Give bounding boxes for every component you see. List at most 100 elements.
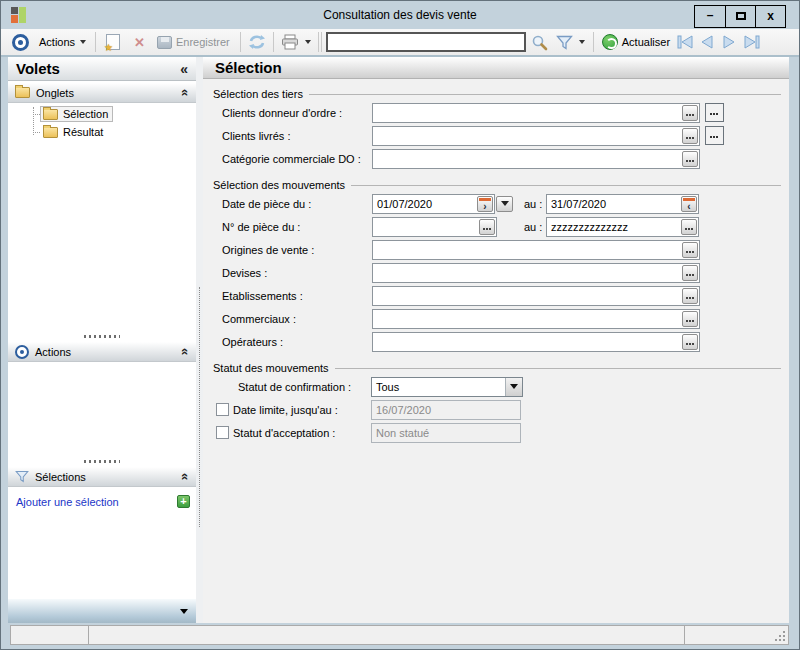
close-button[interactable]: x bbox=[755, 6, 785, 27]
group-selection-tiers: Sélection des tiers Clients donneur d'or… bbox=[209, 87, 783, 170]
resize-grip[interactable] bbox=[783, 639, 785, 641]
collapse-section-icon[interactable]: « bbox=[179, 89, 192, 96]
combo-dropdown-icon[interactable] bbox=[505, 378, 522, 396]
volets-header: Volets « bbox=[8, 57, 196, 81]
actions-dropdown-icon[interactable] bbox=[80, 40, 86, 44]
toolbar: Actions ★ ✕ Enregistrer Actualiser bbox=[1, 29, 799, 57]
main-panel: Sélection Sélection des tiers Clients do… bbox=[203, 57, 789, 623]
statut-acceptation-checkbox[interactable] bbox=[216, 426, 229, 439]
collapse-section-icon[interactable]: « bbox=[179, 473, 192, 480]
search-icon[interactable] bbox=[531, 34, 548, 51]
lookup-button[interactable] bbox=[479, 219, 495, 235]
main-header: Sélection bbox=[203, 57, 789, 79]
section-actions[interactable]: Actions « bbox=[8, 342, 196, 362]
field-label: Statut d'acceptation : bbox=[233, 427, 371, 439]
page-title: Sélection bbox=[215, 59, 282, 76]
actualiser-button[interactable]: Actualiser bbox=[622, 36, 670, 48]
panel-splitter[interactable] bbox=[8, 457, 196, 465]
group-title: Sélection des tiers bbox=[209, 87, 783, 101]
date-limite-input: 16/07/2020 bbox=[371, 400, 521, 420]
actions-menu-button[interactable]: Actions bbox=[39, 36, 75, 48]
lookup-button[interactable] bbox=[682, 105, 698, 121]
add-selection-link[interactable]: Ajouter une sélection bbox=[16, 496, 119, 508]
tree-item-resultat[interactable]: Résultat bbox=[33, 123, 196, 141]
lookup-button[interactable] bbox=[682, 288, 698, 304]
onglets-tree: Sélection Résultat bbox=[8, 103, 196, 332]
delete-icon[interactable]: ✕ bbox=[134, 35, 145, 50]
actions-icon bbox=[15, 345, 29, 359]
lookup-button[interactable] bbox=[682, 334, 698, 350]
nav-next-icon[interactable] bbox=[722, 35, 736, 49]
status-cell bbox=[685, 626, 788, 644]
statut-confirmation-select[interactable]: Tous bbox=[371, 377, 523, 397]
lookup-button[interactable] bbox=[682, 128, 698, 144]
panel-splitter[interactable] bbox=[8, 332, 196, 340]
filter-dropdown-icon[interactable] bbox=[579, 40, 585, 44]
save-icon[interactable] bbox=[157, 36, 172, 49]
field-label: Clients livrés : bbox=[222, 130, 372, 142]
print-icon[interactable] bbox=[281, 34, 299, 50]
au-label: au : bbox=[524, 221, 546, 233]
field-label: Statut de confirmation : bbox=[238, 381, 371, 393]
lookup-button[interactable] bbox=[682, 151, 698, 167]
minimize-button[interactable]: – bbox=[695, 6, 725, 27]
status-cell bbox=[11, 626, 89, 644]
date-picker-button[interactable]: › bbox=[477, 196, 493, 212]
print-dropdown-icon[interactable] bbox=[305, 40, 311, 44]
detail-button[interactable] bbox=[705, 126, 724, 145]
tree-item-selection[interactable]: Sélection bbox=[33, 105, 196, 123]
date-limite-checkbox[interactable] bbox=[216, 403, 229, 416]
num-piece-au-input[interactable] bbox=[546, 217, 699, 237]
refresh-icon[interactable] bbox=[248, 34, 266, 50]
filter-icon bbox=[15, 470, 29, 483]
nav-prev-icon[interactable] bbox=[700, 35, 714, 49]
clients-donneur-input[interactable] bbox=[372, 103, 700, 123]
group-selection-mouvements: Sélection des mouvements Date de pièce d… bbox=[209, 178, 783, 353]
field-label: Date limite, jusqu'au : bbox=[233, 404, 371, 416]
sidebar-splitter[interactable] bbox=[196, 57, 203, 623]
add-selection-icon[interactable]: + bbox=[177, 495, 190, 508]
maximize-button[interactable] bbox=[725, 6, 755, 27]
origines-vente-input[interactable] bbox=[372, 240, 700, 260]
devises-input[interactable] bbox=[372, 263, 700, 283]
actualiser-icon[interactable] bbox=[602, 34, 618, 50]
date-picker-button[interactable]: ‹ bbox=[681, 196, 697, 212]
field-label: Devises : bbox=[222, 267, 372, 279]
etablissements-input[interactable] bbox=[372, 286, 700, 306]
actions-target-icon bbox=[12, 34, 29, 51]
field-label: Etablissements : bbox=[222, 290, 372, 302]
collapse-section-icon[interactable]: « bbox=[179, 348, 192, 355]
lookup-button[interactable] bbox=[682, 265, 698, 281]
section-selections[interactable]: Sélections « bbox=[8, 467, 196, 487]
detail-button[interactable] bbox=[705, 103, 724, 122]
section-actions-label: Actions bbox=[35, 346, 71, 358]
field-label: Catégorie commerciale DO : bbox=[222, 153, 372, 165]
clients-livres-input[interactable] bbox=[372, 126, 700, 146]
categorie-commerciale-input[interactable] bbox=[372, 149, 700, 169]
new-icon[interactable]: ★ bbox=[106, 34, 120, 50]
lookup-button[interactable] bbox=[681, 219, 697, 235]
save-button[interactable]: Enregistrer bbox=[176, 36, 230, 48]
volets-title: Volets bbox=[16, 60, 60, 77]
folder-icon bbox=[15, 87, 30, 98]
collapse-sidebar-icon[interactable]: « bbox=[180, 61, 188, 77]
au-label: au : bbox=[524, 198, 546, 210]
titlebar: Consultation des devis vente – x bbox=[1, 1, 799, 29]
section-onglets[interactable]: Onglets « bbox=[8, 83, 196, 103]
group-title: Sélection des mouvements bbox=[209, 178, 783, 192]
operateurs-input[interactable] bbox=[372, 332, 700, 352]
lookup-button[interactable] bbox=[682, 311, 698, 327]
nav-last-icon[interactable] bbox=[743, 35, 761, 49]
statut-acceptation-input: Non statué bbox=[371, 423, 521, 443]
lookup-button[interactable] bbox=[682, 242, 698, 258]
sidebar-scroll-down[interactable] bbox=[8, 599, 196, 623]
date-dropdown-button[interactable] bbox=[496, 196, 513, 212]
commerciaux-input[interactable] bbox=[372, 309, 700, 329]
filter-icon[interactable] bbox=[556, 35, 573, 50]
nav-first-icon[interactable] bbox=[676, 35, 694, 49]
date-piece-au-input[interactable] bbox=[546, 194, 699, 214]
sidebar-volets: Volets « Onglets « Sélection Résult bbox=[8, 57, 196, 623]
maximize-icon bbox=[736, 12, 746, 20]
window-controls: – x bbox=[694, 5, 786, 28]
search-input[interactable] bbox=[326, 32, 526, 52]
